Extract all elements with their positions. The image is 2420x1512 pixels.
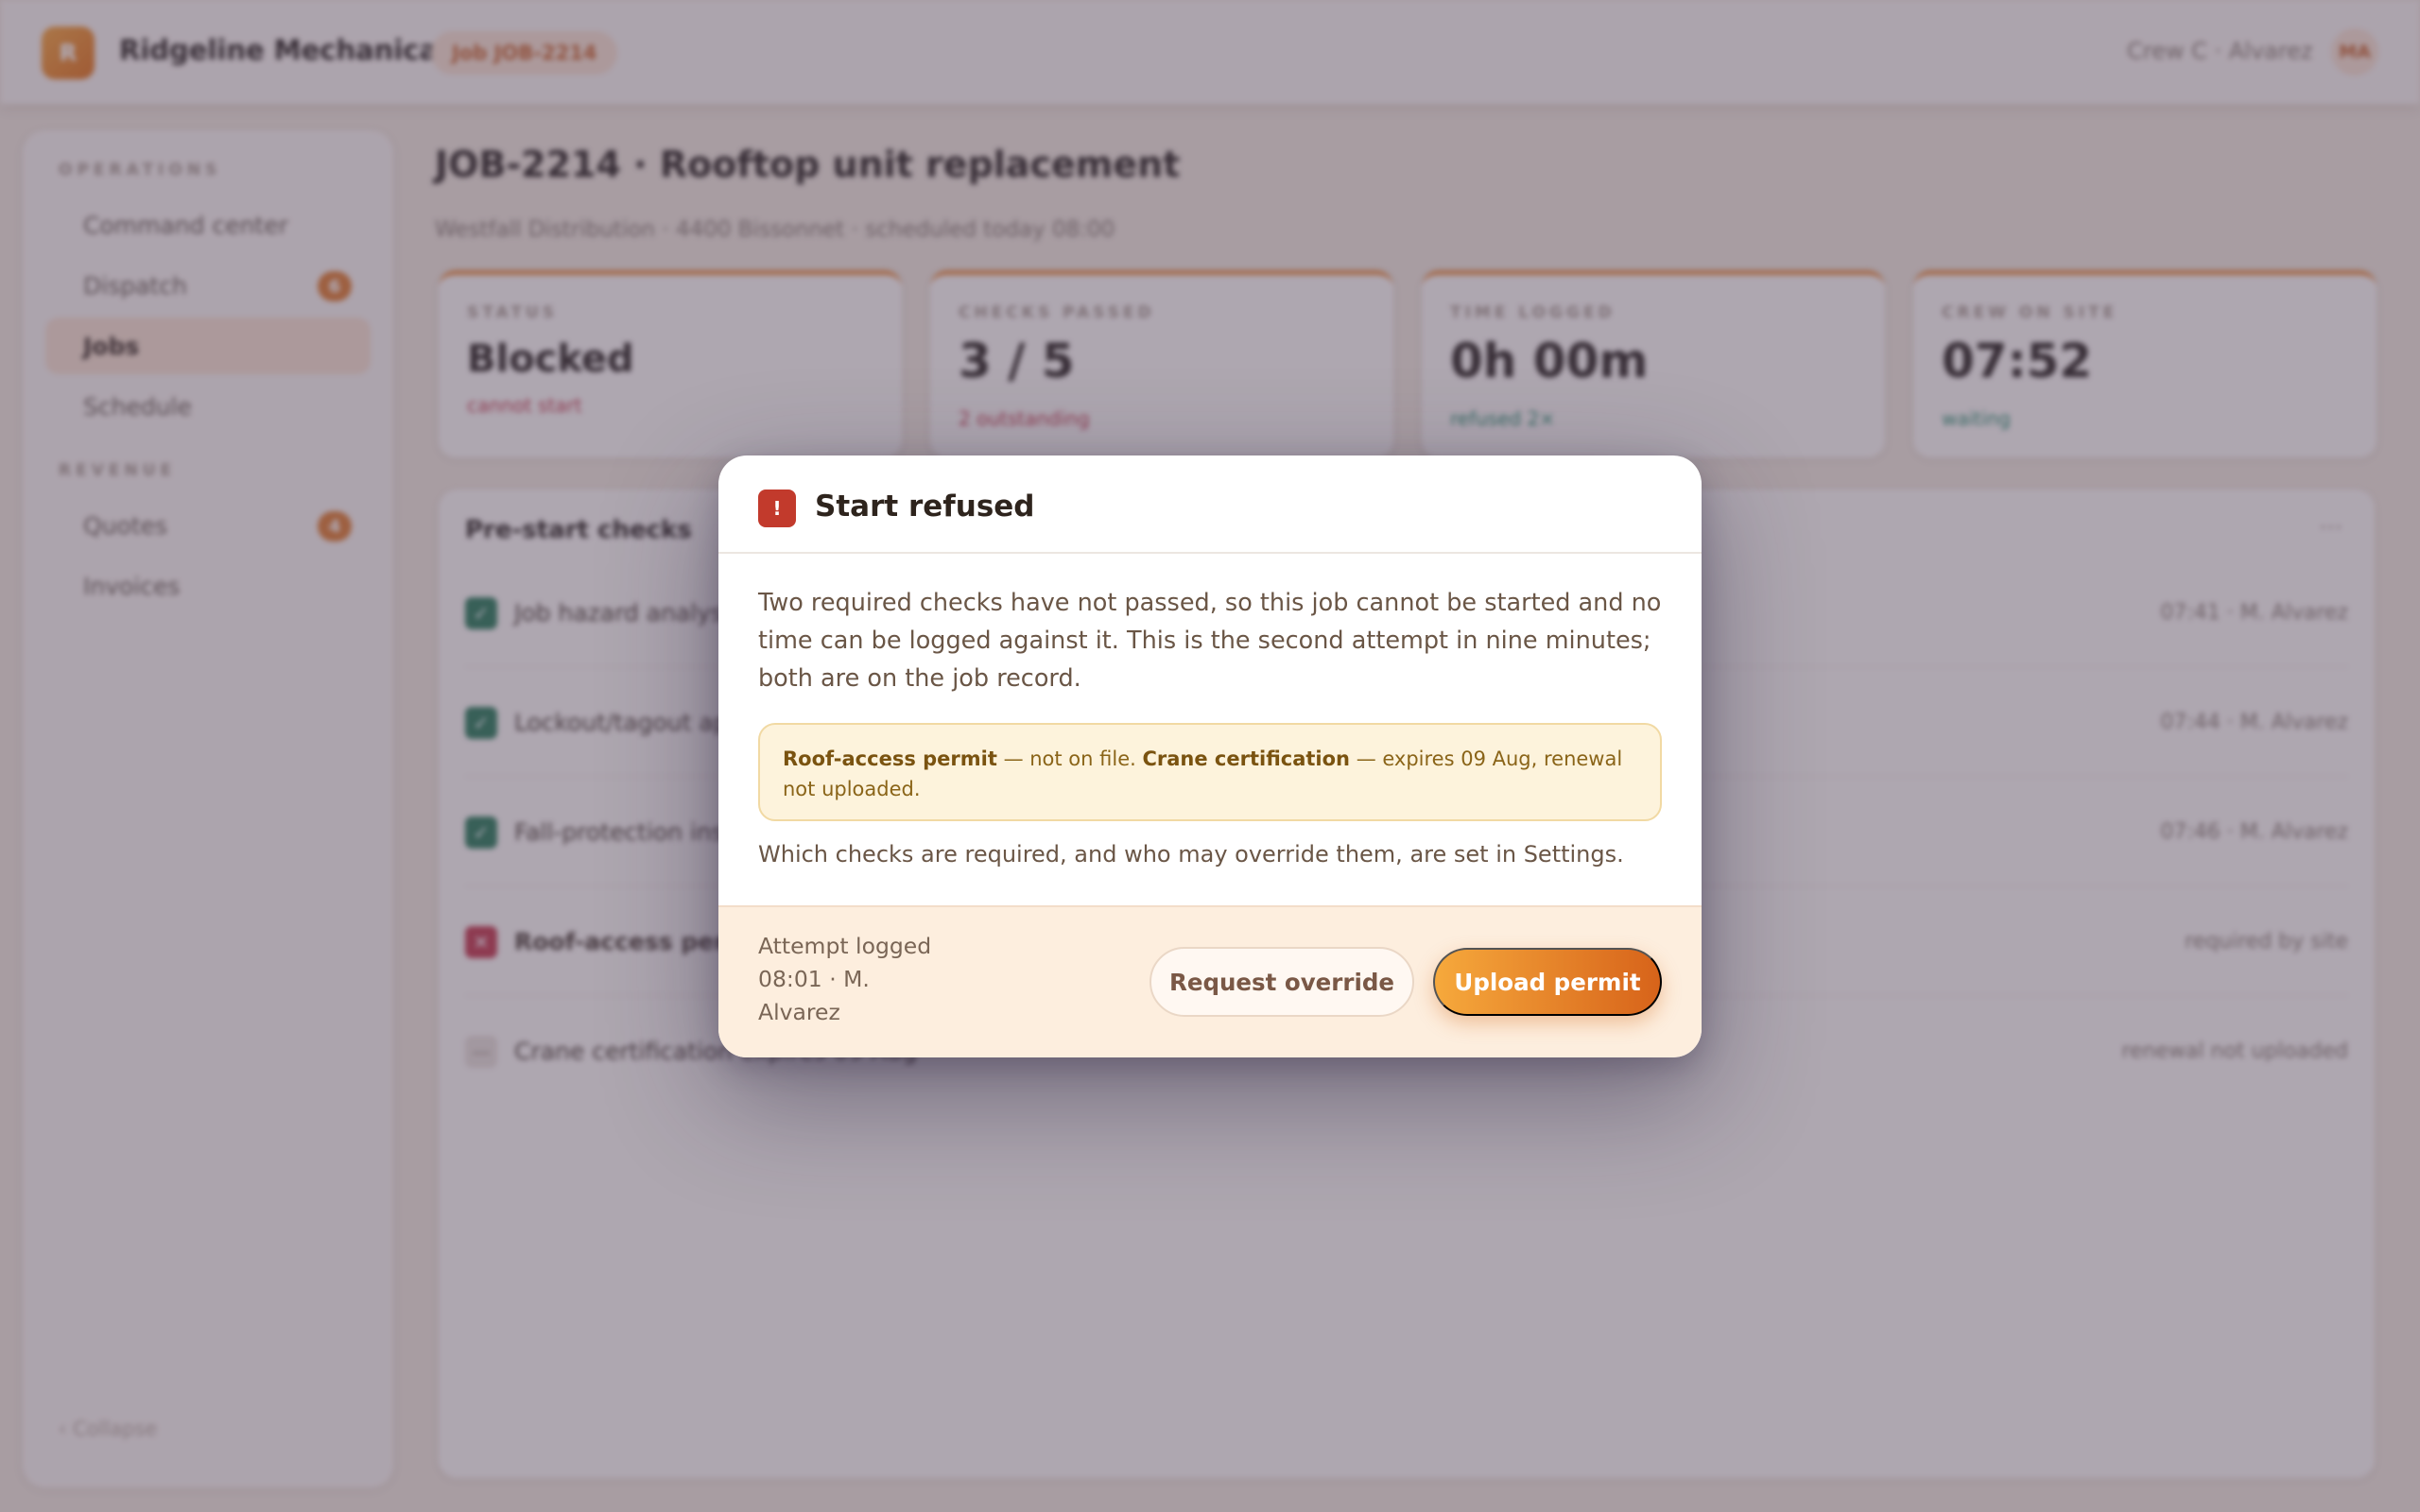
callout-item-crane: Crane certification [1142, 747, 1351, 770]
attempt-logged-text: Attempt logged 08:01 · M. Alvarez [758, 933, 932, 1025]
alert-icon: ! [758, 490, 796, 527]
callout-text: — not on file. [996, 747, 1143, 770]
settings-note: Which checks are required, and who may o… [758, 841, 1624, 868]
dialog-message: Two required checks have not passed, so … [758, 589, 1662, 693]
start-refused-dialog: ! Start refused Two required checks have… [718, 455, 1702, 1057]
callout-item-roof-access: Roof-access permit [783, 747, 997, 770]
failed-checks-callout: Roof-access permit — not on file. Crane … [758, 723, 1662, 821]
dialog-footer: Attempt logged 08:01 · M. Alvarez Reques… [718, 905, 1702, 1057]
dialog-header: ! Start refused [718, 455, 1702, 554]
upload-permit-button[interactable]: Upload permit [1433, 948, 1662, 1016]
request-override-button[interactable]: Request override [1150, 947, 1414, 1017]
dialog-title: Start refused [815, 490, 1035, 524]
